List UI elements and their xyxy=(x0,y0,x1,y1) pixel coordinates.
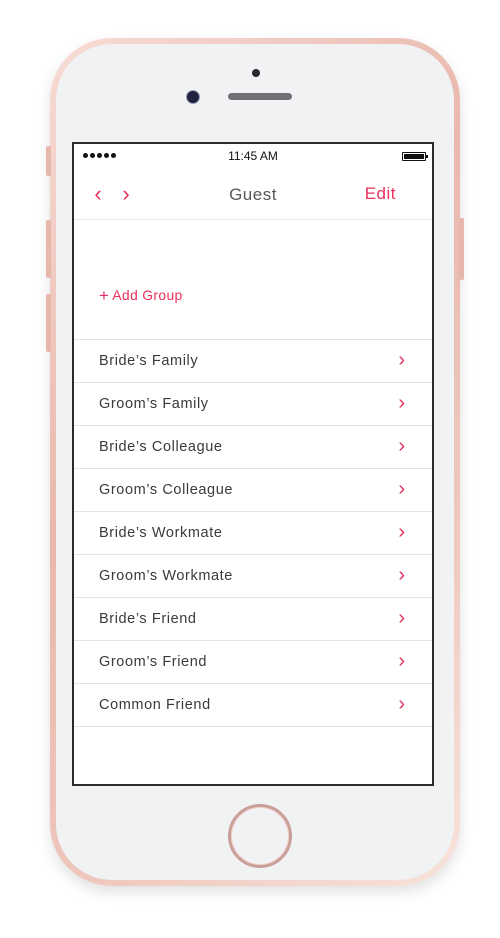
chevron-right-icon: › xyxy=(398,435,405,457)
list-item[interactable]: Bride’s Friend › xyxy=(74,598,432,641)
chevron-right-icon: › xyxy=(398,650,405,672)
list-item[interactable]: Bride’s Family › xyxy=(74,340,432,383)
chevron-right-icon: › xyxy=(398,392,405,414)
battery-icon xyxy=(402,152,428,161)
chevron-right-icon: › xyxy=(398,607,405,629)
list-item-label: Bride’s Friend xyxy=(99,611,197,627)
list-item[interactable]: Groom’s Colleague › xyxy=(74,469,432,512)
list-item[interactable]: Groom’s Friend › xyxy=(74,641,432,684)
status-bar: 11:45 AM xyxy=(74,144,432,170)
chevron-right-icon: › xyxy=(398,521,405,543)
chevron-right-icon: › xyxy=(398,349,405,371)
volume-up-button xyxy=(46,220,51,278)
chevron-right-icon: › xyxy=(398,564,405,586)
chevron-right-icon: › xyxy=(398,478,405,500)
add-group-button[interactable]: + Add Group xyxy=(99,286,183,306)
home-button[interactable] xyxy=(228,804,292,868)
list-item-label: Groom’s Friend xyxy=(99,654,208,670)
front-camera xyxy=(186,90,200,104)
power-button xyxy=(459,218,464,280)
list-item[interactable]: Common Friend › xyxy=(74,684,432,727)
list-item-label: Bride’s Family xyxy=(99,353,199,369)
list-item[interactable]: Groom’s Workmate › xyxy=(74,555,432,598)
chevron-right-icon: › xyxy=(398,693,405,715)
edit-button[interactable]: Edit xyxy=(365,184,396,204)
earpiece-speaker xyxy=(228,93,292,100)
list-item-label: Groom’s Colleague xyxy=(99,482,234,498)
list-item-label: Common Friend xyxy=(99,697,211,713)
group-list: Bride’s Family › Groom’s Family › Bride’… xyxy=(74,339,432,727)
add-group-label: Add Group xyxy=(112,287,183,303)
list-item-label: Bride’s Workmate xyxy=(99,525,223,541)
screen: 11:45 AM ‹ › Guest Edit + Add Group Bride… xyxy=(72,142,434,786)
list-item[interactable]: Bride’s Colleague › xyxy=(74,426,432,469)
status-time: 11:45 AM xyxy=(228,149,278,163)
list-item-label: Bride’s Colleague xyxy=(99,439,223,455)
list-item[interactable]: Bride’s Workmate › xyxy=(74,512,432,555)
front-sensor xyxy=(252,69,260,77)
volume-down-button xyxy=(46,294,51,352)
silent-switch xyxy=(46,146,51,176)
navigation-bar: ‹ › Guest Edit xyxy=(74,170,432,220)
list-item[interactable]: Groom’s Family › xyxy=(74,383,432,426)
list-item-label: Groom’s Workmate xyxy=(99,568,233,584)
list-item-label: Groom’s Family xyxy=(99,396,209,412)
plus-icon: + xyxy=(99,286,110,305)
